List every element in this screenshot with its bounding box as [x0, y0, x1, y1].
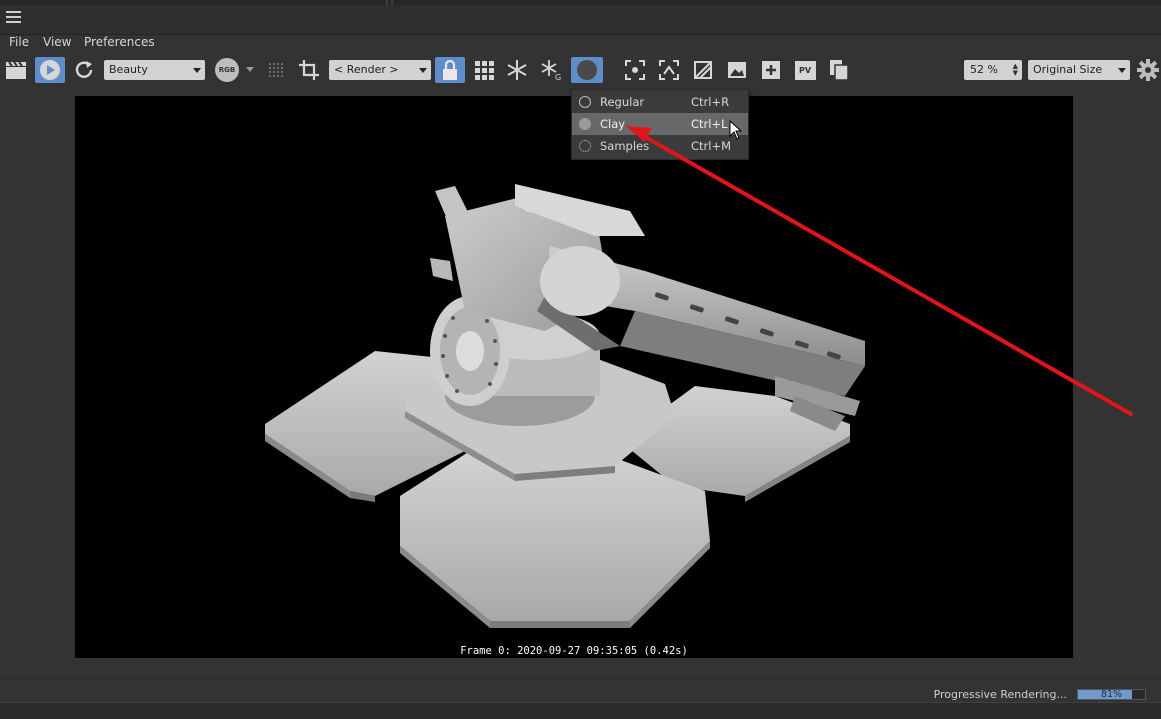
menu-bar: File View Preferences: [0, 35, 1161, 55]
circle-outline-icon: [579, 96, 591, 108]
bottom-strip: [0, 702, 1161, 719]
menu-item-samples-label: Samples: [600, 139, 650, 153]
zoom-stepper-icon[interactable]: ▲ ▼: [1013, 63, 1018, 77]
menu-item-clay-shortcut: Ctrl+L: [691, 117, 728, 131]
menu-view[interactable]: View: [43, 35, 71, 49]
snowflake-g-icon[interactable]: G: [538, 57, 564, 83]
add-image-icon[interactable]: [758, 57, 784, 83]
pv-icon[interactable]: PV: [792, 57, 818, 83]
size-select-value: Original Size: [1033, 63, 1103, 76]
clapboard-icon[interactable]: [3, 57, 29, 83]
render-mode-menu: Regular Ctrl+R Clay Ctrl+L Samples Ctrl+…: [571, 89, 749, 160]
grid-icon[interactable]: [471, 57, 497, 83]
hamburger-menu-icon[interactable]: [6, 11, 21, 23]
rgb-arrow-icon[interactable]: [246, 67, 254, 72]
copy-icon[interactable]: [826, 57, 852, 83]
menu-item-regular[interactable]: Regular Ctrl+R: [572, 91, 748, 113]
title-bar: [0, 0, 1161, 35]
menu-item-regular-shortcut: Ctrl+R: [691, 95, 730, 109]
size-select[interactable]: Original Size: [1028, 60, 1130, 80]
rendered-turret-image: [265, 184, 865, 628]
menu-item-clay-label: Clay: [600, 117, 626, 131]
toolbar: Beauty RGB < Render > G PV 52 % ▲ ▼ Orig…: [0, 55, 1161, 138]
region-icon[interactable]: [622, 57, 648, 83]
top-edge: [0, 0, 1161, 5]
menu-item-clay[interactable]: Clay Ctrl+L: [572, 113, 748, 135]
status-text: Progressive Rendering...: [933, 688, 1067, 701]
lock-icon[interactable]: [435, 57, 465, 83]
crop-icon[interactable]: [296, 57, 322, 83]
snowflake-icon[interactable]: [504, 57, 530, 83]
frame-info: Frame 0: 2020-09-27 09:35:05 (0.42s): [460, 645, 688, 657]
render-select[interactable]: < Render >: [329, 60, 431, 80]
menu-item-samples-shortcut: Ctrl+M: [691, 139, 732, 153]
focus-icon[interactable]: [656, 57, 682, 83]
render-select-value: < Render >: [334, 63, 399, 76]
image-icon[interactable]: [724, 57, 750, 83]
clay-mode-icon[interactable]: [571, 57, 603, 83]
menu-item-samples[interactable]: Samples Ctrl+M: [572, 135, 748, 157]
settings-icon[interactable]: [1135, 57, 1161, 83]
channel-select-value: Beauty: [109, 63, 148, 76]
render-viewport[interactable]: Frame 0: 2020-09-27 09:35:05 (0.42s): [75, 96, 1073, 658]
circle-filled-icon: [579, 118, 591, 130]
render-progress-bar: 81%: [1077, 689, 1146, 700]
mouse-cursor-icon: [729, 119, 743, 140]
zoom-value: 52 %: [970, 63, 998, 76]
channel-select[interactable]: Beauty: [104, 60, 205, 80]
menu-item-regular-label: Regular: [600, 95, 645, 109]
dots-icon[interactable]: [263, 57, 289, 83]
refresh-icon[interactable]: [71, 57, 97, 83]
svg-text:G: G: [555, 73, 561, 81]
play-icon[interactable]: [35, 57, 65, 83]
rgb-icon[interactable]: RGB: [212, 57, 242, 83]
zoom-input[interactable]: 52 % ▲ ▼: [964, 60, 1022, 80]
pv-label: PV: [794, 60, 816, 80]
progress-label: 81%: [1100, 689, 1123, 700]
dotted-circle-icon: [579, 140, 591, 152]
menu-file[interactable]: File: [9, 35, 29, 49]
menu-preferences[interactable]: Preferences: [84, 35, 155, 49]
compare-icon[interactable]: [690, 57, 716, 83]
rgb-badge: RGB: [215, 58, 239, 82]
